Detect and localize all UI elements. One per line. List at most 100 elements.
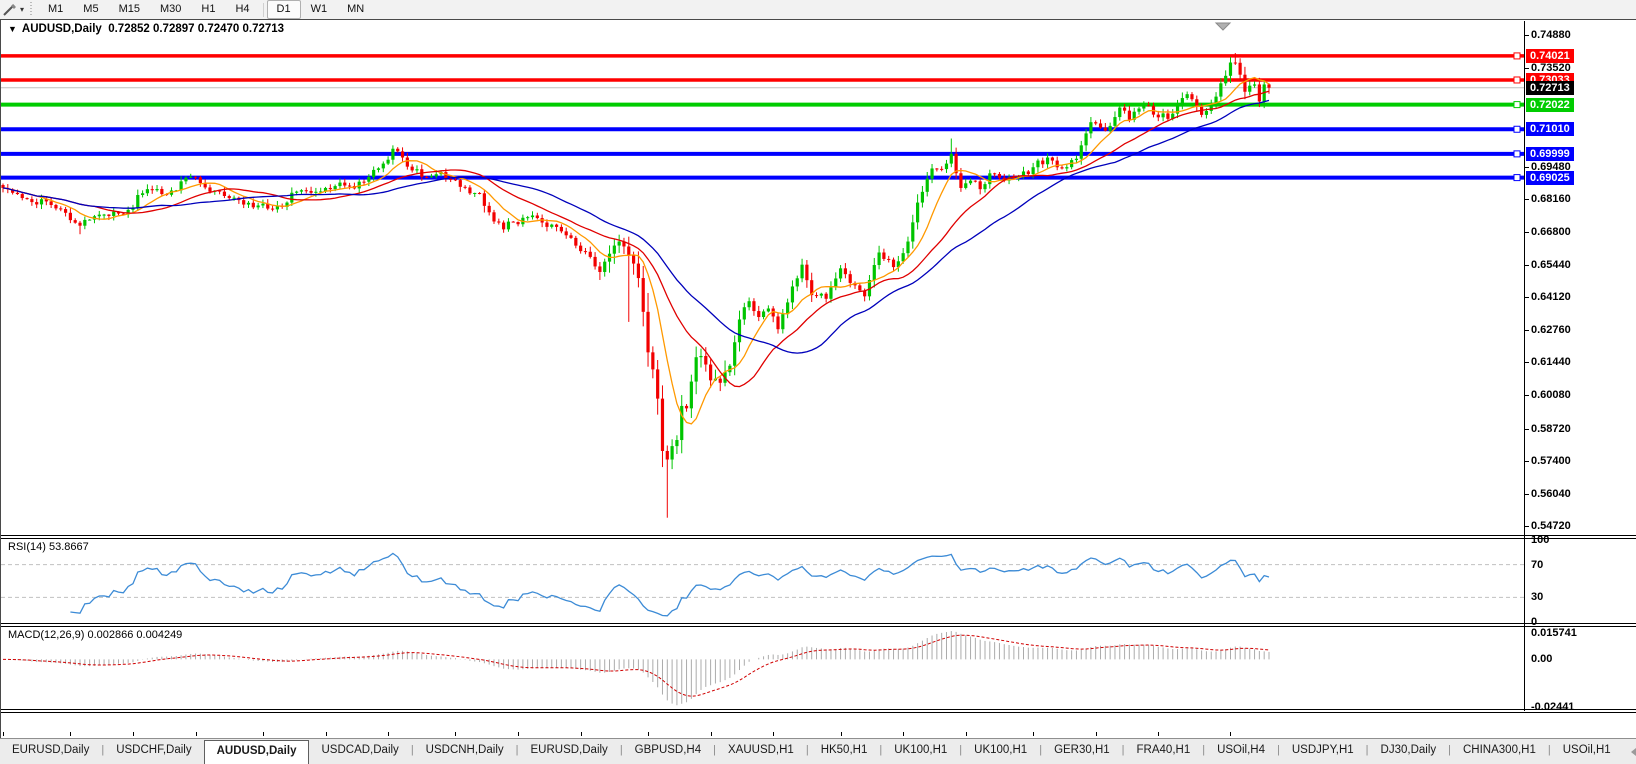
price-line-label: 0.69025 [1526,170,1574,185]
price-line-label: 0.72022 [1526,97,1574,112]
timeframe-button-h4[interactable]: H4 [225,0,259,19]
chart-tab-eurusd-daily[interactable]: EURUSD,Daily [0,739,101,764]
rsi-axis-label: 30 [1531,591,1544,604]
price-axis-tick [1524,35,1529,36]
timeframe-button-m30[interactable]: M30 [150,0,191,19]
chart-tab-gbpusd-h4[interactable]: GBPUSD,H4 [623,739,713,764]
panel-separator[interactable] [1,709,1636,713]
symbol-dropdown-icon[interactable]: ▼ [8,24,17,34]
dropdown-arrow-icon[interactable]: ▾ [20,5,24,14]
chart-shift-marker-icon[interactable] [1214,22,1232,31]
price-axis-tick [1524,525,1529,527]
price-axis-label: 0.65440 [1531,258,1571,271]
timeframe-button-m15[interactable]: M15 [109,0,150,19]
rsi-panel-plot[interactable] [1,539,1524,623]
sma-34-line [2,99,1270,354]
chart-tab-hk50-h1[interactable]: HK50,H1 [809,739,880,764]
chart-tab-usoil-h4[interactable]: USOil,H4 [1205,739,1277,764]
time-axis-tick [262,732,264,736]
time-axis-tick [1230,732,1232,736]
tabs-scroll-left-icon[interactable] [1630,747,1636,756]
time-axis-tick [518,732,520,736]
chart-tab-usdjpy-h1[interactable]: USDJPY,H1 [1280,739,1366,764]
time-axis-tick [1158,732,1160,736]
time-axis-tick [903,732,905,736]
chart-tab-uk100-h1[interactable]: UK100,H1 [882,739,959,764]
price-axis-tick [1524,428,1529,430]
macd-axis-label: 0.00 [1531,653,1553,666]
chart-tab-fra40-h1[interactable]: FRA40,H1 [1125,739,1203,764]
chart-tab-usdchf-daily[interactable]: USDCHF,Daily [104,739,203,764]
time-axis-tick [195,732,197,736]
price-axis-tick [1524,264,1529,266]
chart-tab-bar: EURUSD,Daily | USDCHF,Daily AUDUSD,Daily USD… [0,738,1636,764]
chart-tab-usoil-h1[interactable]: USOil,H1 [1551,739,1623,764]
price-line-label: 0.69999 [1526,146,1574,161]
time-axis-tick [580,732,582,736]
chart-tab-ger30-h1[interactable]: GER30,H1 [1042,739,1122,764]
price-axis-tick [1524,231,1529,233]
candles-layer [1,53,1271,518]
price-axis-label: 0.58720 [1531,422,1571,435]
chart-tab-eurusd-daily[interactable]: EURUSD,Daily [518,739,619,764]
price-axis-label: 0.61440 [1531,356,1571,369]
time-axis-tick [840,732,842,736]
price-axis-label: 0.57400 [1531,454,1571,467]
time-axis-tick [455,732,457,736]
toolbar-grip[interactable] [30,2,33,17]
chart-tab-usdcnh-daily[interactable]: USDCNH,Daily [414,739,516,764]
price-axis-line [1524,21,1525,711]
current-price-label: 0.72713 [1526,80,1574,95]
time-axis-tick [965,732,967,736]
sma-20-line [2,90,1270,388]
price-axis-tick [1524,166,1529,168]
chart-ohlc-readout: 0.72852 0.72897 0.72470 0.72713 [108,23,285,35]
price-axis-label: 0.66800 [1531,225,1571,238]
time-axis-tick [388,732,390,736]
chart-symbol-label: AUDUSD,Daily [21,23,102,35]
macd-histogram-layer [7,631,1270,706]
price-axis-tick [1524,198,1529,200]
toolbar-separator [262,2,264,17]
price-lines-layer [1,52,1524,182]
macd-panel-plot[interactable] [1,627,1524,709]
price-axis-tick [1524,362,1529,364]
time-axis-tick [70,732,72,736]
timeframe-button-m1[interactable]: M1 [38,0,73,19]
price-axis-tick [1524,460,1529,462]
price-chart-plot[interactable] [1,21,1524,535]
price-axis-tick [1524,395,1529,397]
chart-tab-dj30-daily[interactable]: DJ30,Daily [1369,739,1449,764]
timeframe-button-d1[interactable]: D1 [266,0,301,19]
rsi-header: RSI(14) 53.8667 [8,541,89,553]
chart-title: ▼ AUDUSD,Daily 0.72852 0.72897 0.72470 0.… [8,23,284,35]
draw-tool-icon[interactable] [2,3,18,17]
price-axis-label: 0.68160 [1531,192,1571,205]
price-axis-label: 0.54720 [1531,519,1571,532]
chart-tab-uk100-h1[interactable]: UK100,H1 [962,739,1039,764]
rsi-axis-label: 70 [1531,558,1544,571]
rsi-axis-label: 100 [1531,534,1550,546]
timeframe-button-h1[interactable]: H1 [191,0,225,19]
macd-axis-label: 0.015741 [1531,627,1577,639]
chart-window: ▼ AUDUSD,Daily 0.72852 0.72897 0.72470 0.… [0,19,1636,751]
timeframe-button-m5[interactable]: M5 [73,0,108,19]
price-axis-tick [1524,297,1529,299]
chart-tab-xauusd-h1[interactable]: XAUUSD,H1 [716,739,806,764]
price-axis-tick [1524,493,1529,495]
chart-tab-audusd-daily[interactable]: AUDUSD,Daily [203,740,310,764]
timeframe-toolbar: ▾ M1 M5 M15 M30 H1 H4 D1 W1 MN [0,0,1636,20]
chart-tab-usdcad-daily[interactable]: USDCAD,Daily [309,739,410,764]
timeframe-button-w1[interactable]: W1 [301,0,338,19]
price-axis-label: 0.60080 [1531,389,1571,402]
timeframe-button-mn[interactable]: MN [337,0,374,19]
chart-tab-china300-h1[interactable]: CHINA300,H1 [1451,739,1548,764]
macd-signal-line [3,634,1270,697]
time-axis-tick [1033,732,1035,736]
price-axis-label: 0.64120 [1531,291,1571,304]
macd-axis-label: -0.02441 [1531,701,1575,713]
price-axis-tick [1524,330,1529,332]
price-line-label: 0.71010 [1526,122,1574,137]
time-axis-tick [773,732,775,736]
rsi-line [70,552,1270,617]
